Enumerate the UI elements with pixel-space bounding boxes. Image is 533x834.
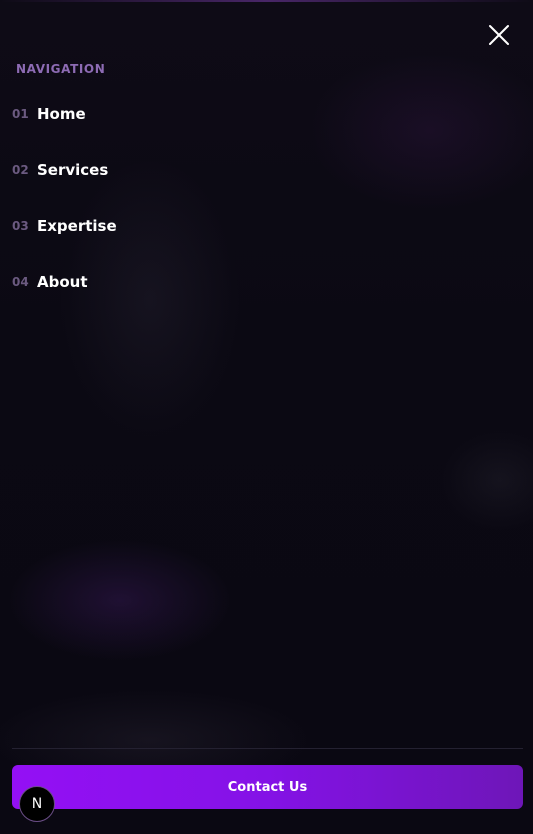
top-glow-line xyxy=(0,0,533,2)
contact-us-button[interactable]: Contact Us xyxy=(12,765,523,809)
nav-item-about[interactable]: 04 About xyxy=(12,268,512,296)
close-menu-button[interactable] xyxy=(484,20,514,50)
nav-item-number: 04 xyxy=(12,275,29,289)
nav-item-label: Expertise xyxy=(37,217,117,235)
framework-badge[interactable]: N xyxy=(19,786,55,822)
footer-divider xyxy=(12,748,523,749)
nav-item-expertise[interactable]: 03 Expertise xyxy=(12,212,512,240)
nav-item-label: Services xyxy=(37,161,109,179)
navigation-section-label: NAVIGATION xyxy=(16,62,106,76)
nav-item-label: Home xyxy=(37,105,86,123)
nav-item-number: 03 xyxy=(12,219,29,233)
nav-list: 01 Home 02 Services 03 Expertise 04 Abou… xyxy=(12,100,512,324)
nav-item-label: About xyxy=(37,273,88,291)
nav-item-services[interactable]: 02 Services xyxy=(12,156,512,184)
mobile-menu-overlay: NAVIGATION 01 Home 02 Services 03 Expert… xyxy=(0,0,533,834)
badge-letter: N xyxy=(31,796,43,812)
nav-item-home[interactable]: 01 Home xyxy=(12,100,512,128)
nav-item-number: 02 xyxy=(12,163,29,177)
nav-item-number: 01 xyxy=(12,107,29,121)
close-icon xyxy=(489,25,509,45)
